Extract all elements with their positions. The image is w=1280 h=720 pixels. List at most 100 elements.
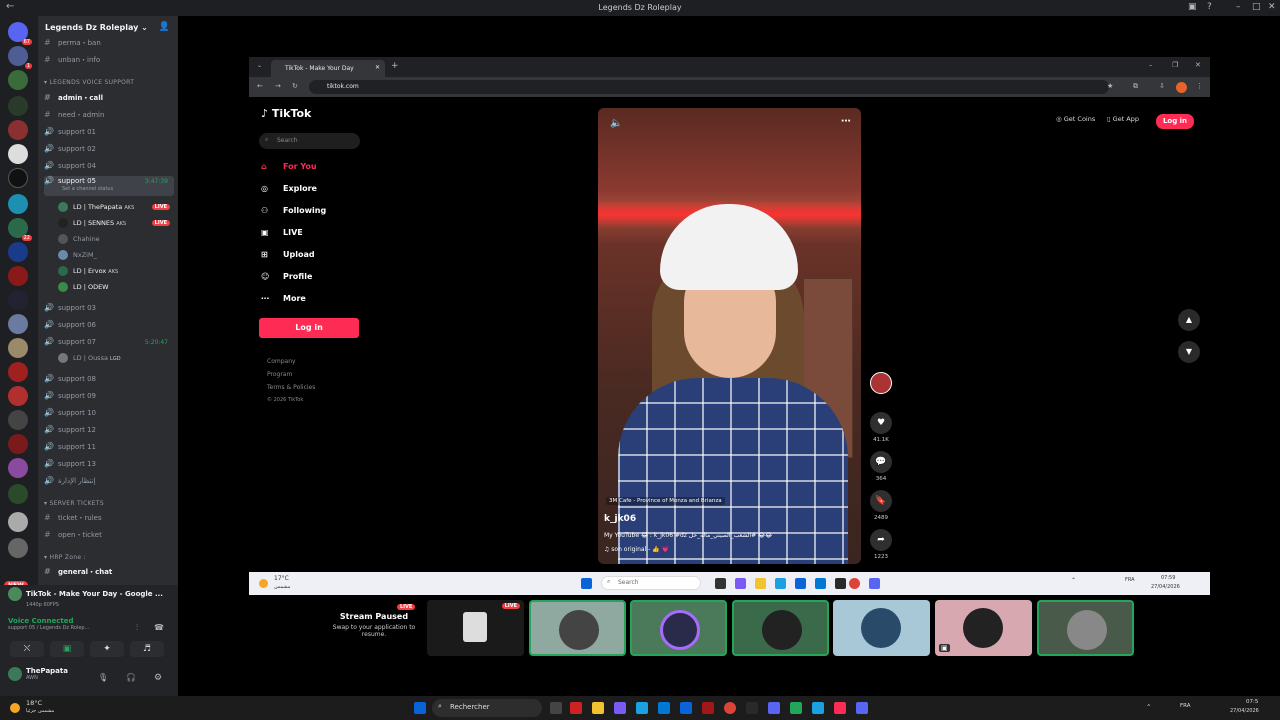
menu-icon[interactable]: ⋮: [1196, 82, 1203, 90]
voice-user[interactable]: LD | Ervox AKS: [58, 266, 172, 280]
discord-icon[interactable]: [856, 702, 868, 714]
server-icon[interactable]: 22: [8, 218, 32, 241]
app-icon[interactable]: [790, 702, 802, 714]
voice-channel-support-11[interactable]: 🔊 support 11: [44, 442, 174, 456]
login-button[interactable]: Log in: [259, 318, 359, 338]
inbox-icon[interactable]: ▣: [1188, 2, 1197, 12]
weather-temp[interactable]: 18°C: [26, 699, 42, 707]
chevron-down-icon[interactable]: ▼: [1178, 341, 1200, 363]
profile-avatar[interactable]: [1176, 82, 1187, 93]
chevron-up-icon[interactable]: ▲: [1178, 309, 1200, 331]
clock-time[interactable]: 07:59: [1161, 575, 1175, 581]
voice-channel-support-12[interactable]: 🔊 support 12: [44, 425, 174, 439]
windows-start-icon[interactable]: [414, 702, 426, 714]
taskbar-search[interactable]: ⌕ Search: [601, 576, 701, 590]
voice-channel-support-04[interactable]: 🔊 support 04: [44, 161, 174, 175]
screen-share-button[interactable]: ▣: [50, 641, 84, 657]
shared-screen-browser[interactable]: ⌄ TikTok - Make Your Day ✕ + – ❐ ✕ ← → ↻ …: [249, 57, 1210, 595]
voice-channel-support-10[interactable]: 🔊 support 10: [44, 408, 174, 422]
windows-start-icon[interactable]: [581, 578, 592, 589]
channel-ticket-rules[interactable]: # ticket・rules: [44, 513, 174, 527]
language-indicator[interactable]: FRA: [1125, 577, 1135, 583]
category-hrp-zone[interactable]: ▾ HRP Zone :: [44, 554, 86, 566]
url-field[interactable]: tiktok.com: [309, 80, 1109, 94]
maximize-icon[interactable]: □: [1252, 2, 1261, 12]
server-icon[interactable]: [8, 362, 28, 382]
discord-icon[interactable]: [869, 578, 880, 589]
voice-user[interactable]: NxZiM_: [58, 250, 172, 264]
bookmark-star-icon[interactable]: ★: [1107, 82, 1113, 90]
user-area[interactable]: ThePapata AWN: [8, 667, 68, 681]
channel-admin-call[interactable]: # admin・call: [44, 93, 174, 107]
activity-status[interactable]: TikTok - Make Your Day - Google ... 1440p…: [8, 587, 170, 611]
steam-icon[interactable]: [835, 578, 846, 589]
steam-icon[interactable]: [746, 702, 758, 714]
activities-button[interactable]: ✦: [90, 641, 124, 657]
footer-link[interactable]: Program: [267, 371, 292, 378]
channel-status[interactable]: Set a channel status: [62, 186, 113, 192]
browser-icon[interactable]: [812, 702, 824, 714]
header-login-button[interactable]: Log in: [1156, 114, 1194, 129]
server-icon[interactable]: [8, 168, 28, 188]
nav-more[interactable]: ⋯ More: [261, 294, 306, 303]
voice-channel-support-03[interactable]: 🔊 support 03: [44, 303, 174, 317]
voice-user[interactable]: LD | Oussa LGD: [58, 353, 172, 367]
server-icon[interactable]: [8, 386, 28, 406]
video-author[interactable]: k_jk06: [604, 514, 636, 524]
disconnect-icon[interactable]: ☎: [154, 623, 164, 632]
language-indicator[interactable]: FRA: [1180, 703, 1191, 709]
help-icon[interactable]: ?: [1207, 2, 1212, 12]
more-options-icon[interactable]: ⋯: [841, 116, 851, 127]
comment-icon[interactable]: 💬: [870, 451, 892, 473]
server-name[interactable]: Legends Dz Roleplay ⌄ 👤: [38, 16, 178, 40]
voice-channel-support-06[interactable]: 🔊 support 06: [44, 320, 174, 334]
tray-chevron-icon[interactable]: ⌃: [1146, 703, 1151, 711]
voice-user[interactable]: Chahine: [58, 234, 172, 248]
participant-tile[interactable]: [833, 600, 930, 656]
participant-tile[interactable]: [1037, 600, 1134, 656]
clock-date[interactable]: 27/04/2026: [1230, 708, 1259, 714]
minimize-icon[interactable]: –: [1149, 61, 1153, 69]
voice-channel-support-07[interactable]: 🔊 support 07 5:20:47: [44, 337, 174, 351]
voice-connected-status[interactable]: Voice Connected support 05 / Legends Dz R…: [8, 617, 89, 631]
category-voice-support[interactable]: ▾ LEGENDS VOICE SUPPORT: [44, 79, 134, 91]
channel-unban-info[interactable]: # unban・info: [44, 55, 174, 69]
headphones-icon[interactable]: 🎧: [126, 673, 136, 682]
voice-channel-support-02[interactable]: 🔊 support 02: [44, 144, 174, 158]
mic-icon[interactable]: 🎙: [98, 673, 108, 682]
nav-profile[interactable]: ☺ Profile: [261, 272, 312, 281]
nav-for-you[interactable]: ⌂ For You: [261, 162, 317, 171]
server-icon[interactable]: [8, 290, 28, 310]
store-icon[interactable]: [795, 578, 806, 589]
discord-icon[interactable]: [768, 702, 780, 714]
server-icon[interactable]: [8, 512, 28, 532]
video-location[interactable]: 3M Cafe - Province of Monza and Brianza: [606, 497, 725, 505]
add-member-icon[interactable]: 👤: [159, 22, 170, 32]
settings-gear-icon[interactable]: ⚙: [154, 673, 162, 683]
chrome-icon[interactable]: [724, 702, 736, 714]
maximize-icon[interactable]: ❐: [1172, 61, 1178, 69]
new-tab-icon[interactable]: +: [391, 61, 399, 71]
video-player[interactable]: 🔈 ⋯ 3M Cafe - Province of Monza and Bria…: [598, 108, 861, 564]
tray-chevron-icon[interactable]: ⌃: [1071, 577, 1076, 584]
participant-tile[interactable]: [732, 600, 829, 656]
back-icon[interactable]: ←: [257, 82, 263, 90]
opera-icon[interactable]: [570, 702, 582, 714]
edge-icon[interactable]: [636, 702, 648, 714]
server-icon[interactable]: [8, 484, 28, 504]
creator-avatar[interactable]: [870, 372, 892, 394]
search-input[interactable]: ⌕ Search: [259, 133, 360, 149]
footer-link[interactable]: Terms & Policies: [267, 384, 315, 391]
voice-channel-support-01[interactable]: 🔊 support 01: [44, 127, 174, 141]
share-icon[interactable]: ➦: [870, 529, 892, 551]
downloads-icon[interactable]: ⇩: [1159, 82, 1165, 90]
noise-suppression-icon[interactable]: ⫶: [136, 623, 138, 633]
server-icon[interactable]: [8, 338, 28, 358]
voice-user[interactable]: LD | ODEW: [58, 282, 172, 296]
channel-general-chat[interactable]: # general・chat: [44, 567, 174, 581]
voice-user[interactable]: LD | ThePapata AKS LIVE: [58, 202, 172, 216]
voice-channel-idara[interactable]: 🔊 إنتظار الإدارة: [44, 476, 174, 490]
chrome-icon[interactable]: [849, 578, 860, 589]
folder-icon[interactable]: [592, 702, 604, 714]
weather-text[interactable]: مشمس جزئيا: [26, 708, 54, 714]
